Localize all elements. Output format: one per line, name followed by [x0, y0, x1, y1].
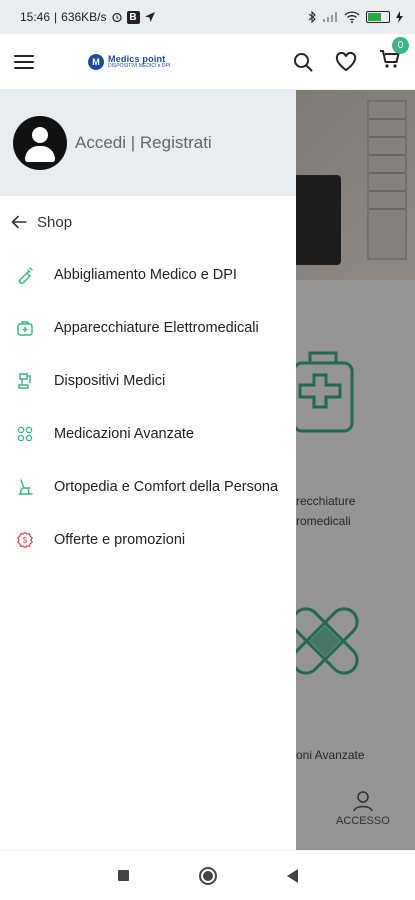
menu-item-apparecchiature[interactable]: Apparecchiature Elettromedicali — [0, 301, 296, 354]
status-speed: 636KB/s — [61, 10, 107, 24]
drawer-login-header[interactable]: Accedi | Registrati — [0, 90, 296, 196]
back-to-shop[interactable]: Shop — [0, 196, 296, 248]
b-app-icon: B — [126, 10, 140, 24]
menu-item-medicazioni[interactable]: Medicazioni Avanzate — [0, 407, 296, 460]
system-nav-bar — [0, 850, 415, 900]
app-header: M Medics point DISPOSITIVI MEDICI e DPI … — [0, 34, 415, 90]
charging-icon — [396, 11, 403, 23]
login-register-link[interactable]: Accedi | Registrati — [75, 133, 212, 153]
drawer-scrim[interactable] — [296, 90, 415, 850]
recents-button[interactable] — [117, 870, 129, 881]
avatar-icon — [13, 116, 67, 170]
bluetooth-icon — [308, 11, 316, 23]
navigation-arrow-icon — [144, 12, 155, 22]
home-button[interactable] — [198, 866, 217, 885]
back-label: Shop — [37, 213, 73, 231]
cart-button[interactable]: 0 — [379, 37, 409, 74]
status-time: 15:46 — [20, 10, 51, 24]
menu-item-abbigliamento[interactable]: Abbigliamento Medico e DPI — [0, 248, 296, 301]
navigation-drawer: Accedi | Registrati Shop Abbigliamento M… — [0, 90, 296, 850]
logo-subtitle: DISPOSITIVI MEDICI e DPI — [108, 62, 171, 69]
arrow-left-icon — [11, 215, 27, 229]
menu-icon[interactable] — [14, 54, 34, 69]
menu-item-dispositivi[interactable]: Dispositivi Medici — [0, 354, 296, 407]
brand-logo[interactable]: M Medics point DISPOSITIVI MEDICI e DPI — [88, 53, 171, 70]
signal-icon — [323, 12, 337, 22]
status-bar: 15:46 | 636KB/s B — [0, 0, 415, 34]
syringe-icon — [16, 266, 34, 284]
search-icon[interactable] — [293, 52, 313, 72]
medical-bag-icon — [16, 319, 34, 337]
menu-item-ortopedia[interactable]: Ortopedia e Comfort della Persona — [0, 460, 296, 513]
battery-icon — [366, 11, 390, 23]
wifi-icon — [344, 11, 360, 23]
heart-icon[interactable] — [335, 51, 357, 72]
device-icon — [16, 372, 34, 390]
alarm-icon — [111, 12, 122, 23]
orthopedic-icon — [16, 478, 34, 496]
menu-item-offerte[interactable]: $ Offerte e promozioni — [0, 513, 296, 566]
svg-text:$: $ — [23, 536, 28, 545]
logo-mark-icon: M — [88, 53, 104, 70]
bandage-icon — [16, 425, 34, 443]
offer-icon: $ — [16, 531, 34, 549]
cart-count-badge: 0 — [392, 37, 409, 54]
back-button[interactable] — [286, 868, 298, 883]
